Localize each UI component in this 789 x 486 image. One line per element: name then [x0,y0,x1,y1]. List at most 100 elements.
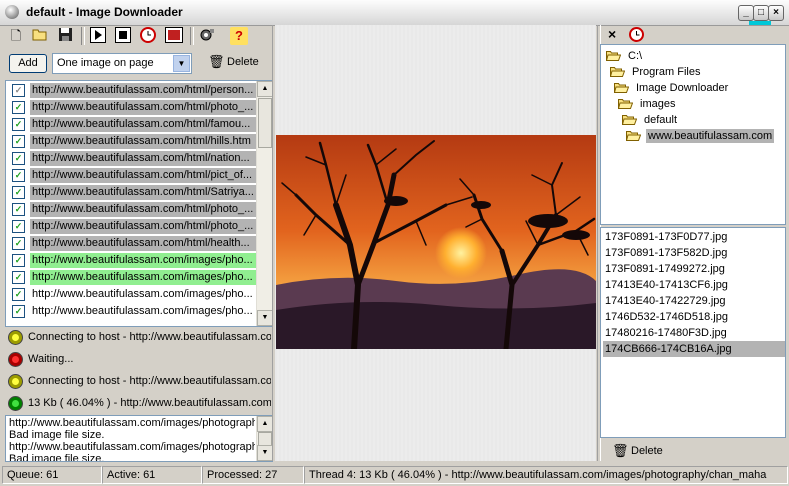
open-icon[interactable] [31,27,49,45]
log-box[interactable]: http://www.beautifulassam.com/images/pho… [5,415,273,462]
file-list-item[interactable]: 173F0891-17499272.jpg [603,261,785,277]
url-checkbox[interactable]: ✓ [12,186,25,199]
delete-file-label: Delete [631,445,663,457]
url-list-item[interactable]: ✓ http://www.beautifulassam.com/html/hill… [6,133,260,150]
start-icon[interactable] [89,27,107,45]
preview-image [276,135,596,349]
mode-select-value: One image on page [57,57,154,69]
help-icon[interactable]: ? [230,27,248,45]
accent-strip [749,21,771,25]
app-icon [5,5,19,19]
file-list[interactable]: 173F0891-173F0D77.jpg 173F0891-173F582D.j… [600,227,786,438]
url-text: http://www.beautifulassam.com/html/photo… [30,202,260,217]
url-list-item[interactable]: ✓ http://www.beautifulassam.com/html/heal… [6,235,260,252]
add-button[interactable]: Add [9,54,47,73]
folder-label: images [640,98,676,110]
thread-status-row: Connecting to host - http://www.beautifu… [5,371,271,391]
url-list-item[interactable]: ✓ http://www.beautifulassam.com/images/ph… [6,269,260,286]
main-toolbar: 🗋 ? [3,25,271,47]
url-text: http://www.beautifulassam.com/html/photo… [30,100,260,115]
title-bar[interactable]: default - Image Downloader _ □ × [0,0,789,26]
log-scroll-up-icon[interactable]: ▲ [257,416,272,432]
folder-tree[interactable]: C:\ Program Files Image Downloader images de… [600,44,786,225]
url-list-item[interactable]: ✓ http://www.beautifulassam.com/images/ph… [6,286,256,303]
url-checkbox[interactable]: ✓ [12,254,25,267]
url-list-scrollbar[interactable]: ▲ ▼ [256,81,272,326]
folder-label: www.beautifulassam.com [646,129,775,143]
file-list-item[interactable]: 1746D532-1746D518.jpg [603,309,785,325]
url-checkbox[interactable]: ✓ [12,271,25,284]
log-line: http://www.beautifulassam.com/images/pho… [9,417,255,429]
scroll-down-icon[interactable]: ▼ [257,310,272,326]
close-icon[interactable]: × [608,26,616,42]
status-active: Active: 61 [102,466,202,484]
url-text: http://www.beautifulassam.com/html/pict_… [30,168,260,183]
thread-status-row: Connecting to host - http://www.beautifu… [5,327,271,347]
clock-icon[interactable] [629,27,644,45]
file-list-item[interactable]: 174CB666-174CB16A.jpg [603,341,785,357]
url-text: http://www.beautifulassam.com/html/Satri… [30,185,260,200]
minimize-button[interactable]: _ [738,5,754,21]
url-checkbox[interactable]: ✓ [12,288,25,301]
thread-status-text: 13 Kb ( 46.04% ) - http://www.beautifula… [28,397,271,409]
url-checkbox[interactable]: ✓ [12,305,25,318]
file-list-item[interactable]: 173F0891-173F0D77.jpg [603,229,785,245]
log-scrollbar[interactable]: ▲ ▼ [256,416,272,461]
app-window: default - Image Downloader _ □ × 🗋 ? Add… [0,0,789,486]
url-list-item[interactable]: ✓ http://www.beautifulassam.com/html/nati… [6,150,260,167]
settings-icon[interactable] [198,27,216,45]
url-text: http://www.beautifulassam.com/html/famou… [30,117,260,132]
file-list-item[interactable]: 173F0891-173F582D.jpg [603,245,785,261]
folder-label: default [644,114,678,126]
status-light-icon [8,352,23,367]
url-list-item[interactable]: ✓ http://www.beautifulassam.com/html/Satr… [6,184,260,201]
maximize-button[interactable]: □ [753,5,769,21]
folder-open-icon [609,66,626,77]
url-list-item[interactable]: ✓ http://www.beautifulassam.com/html/pers… [6,82,260,99]
file-list-item[interactable]: 17413E40-17413CF6.jpg [603,277,785,293]
url-list-item[interactable]: ✓ http://www.beautifulassam.com/html/phot… [6,218,260,235]
scroll-thumb[interactable] [258,98,272,148]
status-queue: Queue: 61 [2,466,102,484]
url-list-item[interactable]: ✓ http://www.beautifulassam.com/html/pict… [6,167,260,184]
log-scroll-thumb[interactable] [258,432,272,446]
url-list-item[interactable]: ✓ http://www.beautifulassam.com/html/phot… [6,201,260,218]
url-list[interactable]: ✓ http://www.beautifulassam.com/html/pers… [5,80,273,327]
folder-open-icon [613,82,630,93]
scroll-up-icon[interactable]: ▲ [257,81,272,97]
mode-select[interactable]: One image on page ▼ [52,53,192,74]
file-list-item[interactable]: 17480216-17480F3D.jpg [603,325,785,341]
thread-status-text: Waiting... [28,353,74,365]
url-checkbox[interactable]: ✓ [12,135,25,148]
url-checkbox[interactable]: ✓ [12,220,25,233]
url-checkbox[interactable]: ✓ [12,203,25,216]
url-text: http://www.beautifulassam.com/images/pho… [32,288,253,300]
scheduler-icon[interactable] [139,27,157,45]
film-icon[interactable] [165,27,183,45]
url-checkbox[interactable]: ✓ [12,118,25,131]
trash-icon: 🗑 [612,443,629,458]
close-button[interactable]: × [768,5,784,21]
url-list-item[interactable]: ✓ http://www.beautifulassam.com/html/phot… [6,99,260,116]
url-checkbox[interactable]: ✓ [12,84,25,97]
new-icon[interactable]: 🗋 [7,27,25,45]
url-list-item[interactable]: ✓ http://www.beautifulassam.com/images/ph… [6,252,260,269]
status-bar: Queue: 61 Active: 61 Processed: 27 Threa… [0,464,789,486]
file-list-item[interactable]: 17413E40-17422729.jpg [603,293,785,309]
url-checkbox[interactable]: ✓ [12,169,25,182]
folder-open-icon [605,50,622,61]
url-list-item[interactable]: ✓ http://www.beautifulassam.com/html/famo… [6,116,260,133]
save-icon[interactable] [56,27,74,45]
url-checkbox[interactable]: ✓ [12,101,25,114]
url-checkbox[interactable]: ✓ [12,152,25,165]
url-list-item[interactable]: ✓ http://www.beautifulassam.com/images/ph… [6,303,256,320]
thread-status-row: 13 Kb ( 46.04% ) - http://www.beautifula… [5,393,271,413]
log-scroll-down-icon[interactable]: ▼ [257,445,272,461]
delete-url-label: Delete [227,56,259,68]
url-checkbox[interactable]: ✓ [12,237,25,250]
chevron-down-icon[interactable]: ▼ [173,55,190,72]
url-text: http://www.beautifulassam.com/html/photo… [30,219,260,234]
stop-icon[interactable] [114,27,132,45]
status-processed: Processed: 27 [202,466,304,484]
status-thread: Thread 4: 13 Kb ( 46.04% ) - http://www.… [304,466,788,484]
